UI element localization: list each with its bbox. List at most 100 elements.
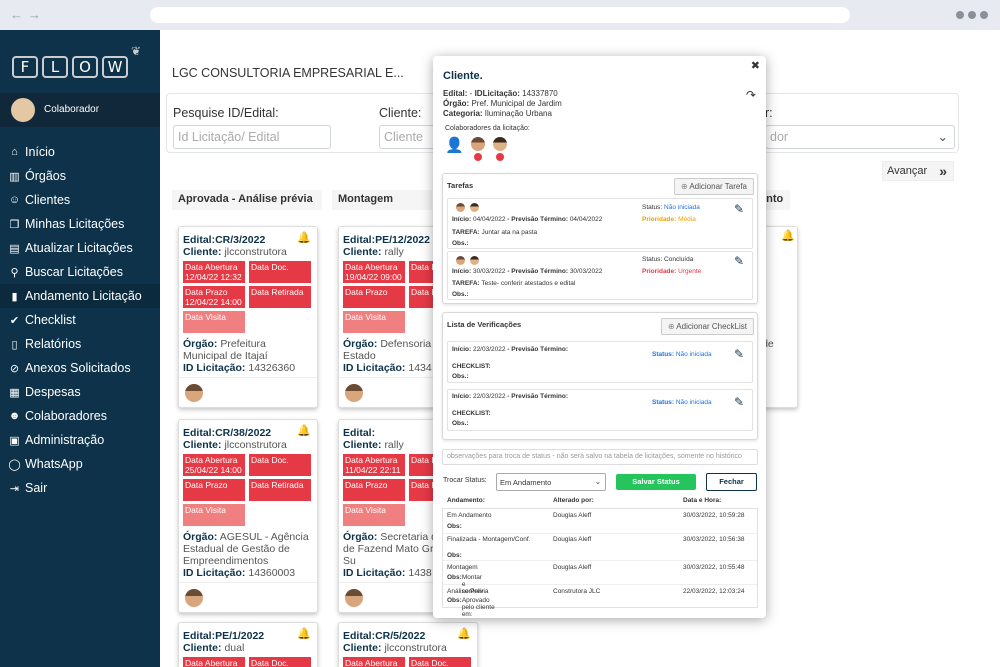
date-doc: Data Doc. — [249, 261, 311, 283]
date-label: Data Visita — [185, 312, 226, 322]
edit-icon[interactable]: ✎ — [734, 202, 744, 216]
checklist-item-label: CHECKLIST: — [452, 363, 491, 370]
avatar[interactable] — [185, 384, 203, 402]
bid-card[interactable]: 🔔 Edital:CR/5/2022 Cliente: jlcconstruto… — [338, 622, 478, 667]
id-card-icon: ▤ — [9, 242, 20, 255]
avatar — [11, 98, 35, 122]
edit-icon[interactable]: ✎ — [734, 395, 744, 409]
bid-card[interactable]: 🔔 Edital:CR/38/2022 Cliente: jlcconstrut… — [178, 419, 318, 613]
copy-icon: ❐ — [9, 218, 20, 231]
sidebar-item-clientes[interactable]: ☺ Clientes — [0, 188, 160, 212]
bid-card[interactable]: 🔔 Edital:CR/3/2022 Cliente: jlcconstruto… — [178, 226, 318, 408]
client-input[interactable]: Cliente — [379, 125, 439, 149]
avancar-button[interactable]: Avançar » — [882, 161, 954, 181]
chevron-down-icon: ⌄ — [937, 130, 948, 144]
sidebar-item-minhas-licitacoes[interactable]: ❐ Minhas Licitações — [0, 212, 160, 236]
sidebar-item-relatorios[interactable]: ▯ Relatórios — [0, 332, 160, 356]
search-input[interactable]: Id Licitação/ Edital — [173, 125, 331, 149]
remove-user-icon[interactable] — [496, 153, 504, 161]
history-row: Análise Prévia Construtora JLC 22/03/202… — [443, 585, 757, 618]
id-label: ID Licitação: — [183, 362, 246, 374]
add-task-button[interactable]: ⊕ Adicionar Tarefa — [673, 178, 754, 195]
cliente-label: Cliente: — [183, 439, 222, 451]
third-filter-select[interactable]: dor ⌄ — [765, 125, 955, 149]
sidebar-item-andamento-licitacao[interactable]: ▮ Andamento Licitação — [0, 284, 160, 308]
previsao-label: - Previsão Término: — [505, 393, 568, 400]
avatar[interactable] — [185, 589, 203, 607]
address-bar[interactable] — [150, 7, 850, 23]
sidebar-item-despesas[interactable]: ▦ Despesas — [0, 380, 160, 404]
bell-icon[interactable]: 🔔 — [781, 229, 795, 242]
leaf-icon: ❦ — [131, 44, 142, 58]
status-obs-input[interactable]: observações para troca de status - não s… — [442, 449, 758, 465]
checklist-row[interactable]: Início: 22/03/2022 - Previsão Término: S… — [447, 341, 753, 383]
avatar[interactable] — [345, 589, 363, 607]
previsao-label: - Previsão Término: — [505, 216, 568, 223]
add-checklist-button[interactable]: ⊕ Adicionar CheckList — [660, 318, 754, 335]
add-task-label: Adicionar Tarefa — [689, 182, 747, 191]
back-arrow-icon[interactable]: ← — [10, 7, 23, 22]
orgao-label: Órgão: — [343, 338, 378, 350]
checklist-row[interactable]: Início: 22/03/2022 - Previsão Término: S… — [447, 389, 753, 431]
browser-menu-icon[interactable] — [956, 11, 988, 19]
date-prazo: Data Prazo — [343, 286, 405, 308]
date-prazo: Data Prazo — [183, 479, 245, 501]
bell-icon[interactable]: 🔔 — [297, 231, 311, 244]
remove-user-icon[interactable] — [474, 153, 482, 161]
flow-logo[interactable]: F L O W — [12, 56, 128, 78]
sidebar-item-colaboradores[interactable]: ☻ Colaboradores — [0, 404, 160, 428]
sidebar-item-buscar-licitacoes[interactable]: ⚲ Buscar Licitações — [0, 260, 160, 284]
history-obs: Obs: Aprovado pelo cliente em: 22/03/202… — [447, 597, 495, 618]
logo-letter: F — [12, 56, 38, 78]
forward-arrow-icon[interactable]: → — [28, 7, 41, 22]
bell-icon[interactable]: 🔔 — [297, 424, 311, 437]
save-status-button[interactable]: Salvar Status — [616, 474, 696, 490]
edital-value: PE/12/2022 — [375, 234, 430, 246]
bell-icon[interactable]: 🔔 — [297, 627, 311, 640]
edit-icon[interactable]: ✎ — [734, 254, 744, 268]
data-hora-value: 30/03/2022, 10:56:38 — [683, 536, 745, 543]
cliente-label: Cliente: — [183, 246, 222, 258]
logo-letter: W — [102, 56, 128, 78]
collaborators-label: Colaboradores da licitação: — [445, 125, 530, 132]
sidebar-item-administracao[interactable]: ▣ Administração — [0, 428, 160, 452]
avatar[interactable] — [345, 384, 363, 402]
sidebar-menu: ⌂ Início ▥ Órgãos ☺ Clientes ❐ Minhas Licita… — [0, 140, 160, 500]
cliente-value: jlcconstrutora — [384, 642, 447, 654]
obs-label: Obs.: — [452, 420, 469, 427]
task-row[interactable]: Início: 04/04/2022 - Previsão Término: 0… — [447, 198, 753, 249]
sidebar-item-inicio[interactable]: ⌂ Início — [0, 140, 160, 164]
task-row[interactable]: Início: 30/03/2022 - Previsão Término: 3… — [447, 251, 753, 300]
add-user-icon[interactable]: 👤 — [445, 136, 464, 154]
sidebar-item-label: Sair — [25, 481, 48, 495]
sidebar-item-label: Atualizar Licitações — [25, 241, 133, 255]
sidebar-item-checklist[interactable]: ✔ Checklist — [0, 308, 160, 332]
user-bar[interactable]: Colaborador — [0, 93, 160, 127]
sidebar-item-sair[interactable]: ⇥ Sair — [0, 476, 160, 500]
close-button[interactable]: Fechar — [706, 473, 757, 491]
sidebar-item-label: Anexos Solicitados — [25, 361, 131, 375]
sidebar-item-atualizar-licitacoes[interactable]: ▤ Atualizar Licitações — [0, 236, 160, 260]
status-select[interactable]: Em Andamento ⌄ — [496, 473, 606, 491]
task-obs: Obs.: — [452, 291, 469, 298]
date-doc: Data Doc. — [249, 454, 311, 476]
date-retirada: Data Retirada — [249, 479, 311, 501]
modal-title: Cliente. — [443, 70, 483, 82]
share-icon[interactable]: ↷ — [746, 88, 756, 102]
obs-label: Obs: — [447, 597, 462, 604]
add-checklist-label: Adicionar CheckList — [676, 322, 747, 331]
sidebar-item-whatsapp[interactable]: ◯ WhatsApp — [0, 452, 160, 476]
sidebar-item-orgaos[interactable]: ▥ Órgãos — [0, 164, 160, 188]
card-footer — [179, 377, 317, 407]
sidebar-item-anexos-solicitados[interactable]: ⊘ Anexos Solicitados — [0, 356, 160, 380]
inicio-value: 30/03/2022 — [472, 268, 506, 275]
third-filter-value: dor — [770, 130, 789, 144]
date-label: Data Doc. — [251, 455, 289, 465]
edital-value: CR/38/2022 — [215, 427, 272, 439]
edit-icon[interactable]: ✎ — [734, 347, 744, 361]
data-hora-value: 22/03/2022, 12:03:24 — [683, 588, 745, 595]
bell-icon[interactable]: 🔔 — [457, 627, 471, 640]
whatsapp-icon: ◯ — [8, 458, 21, 471]
close-icon[interactable]: ✖ — [751, 59, 760, 72]
bid-card[interactable]: 🔔 Edital:PE/1/2022 Cliente: dual Data Ab… — [178, 622, 318, 667]
